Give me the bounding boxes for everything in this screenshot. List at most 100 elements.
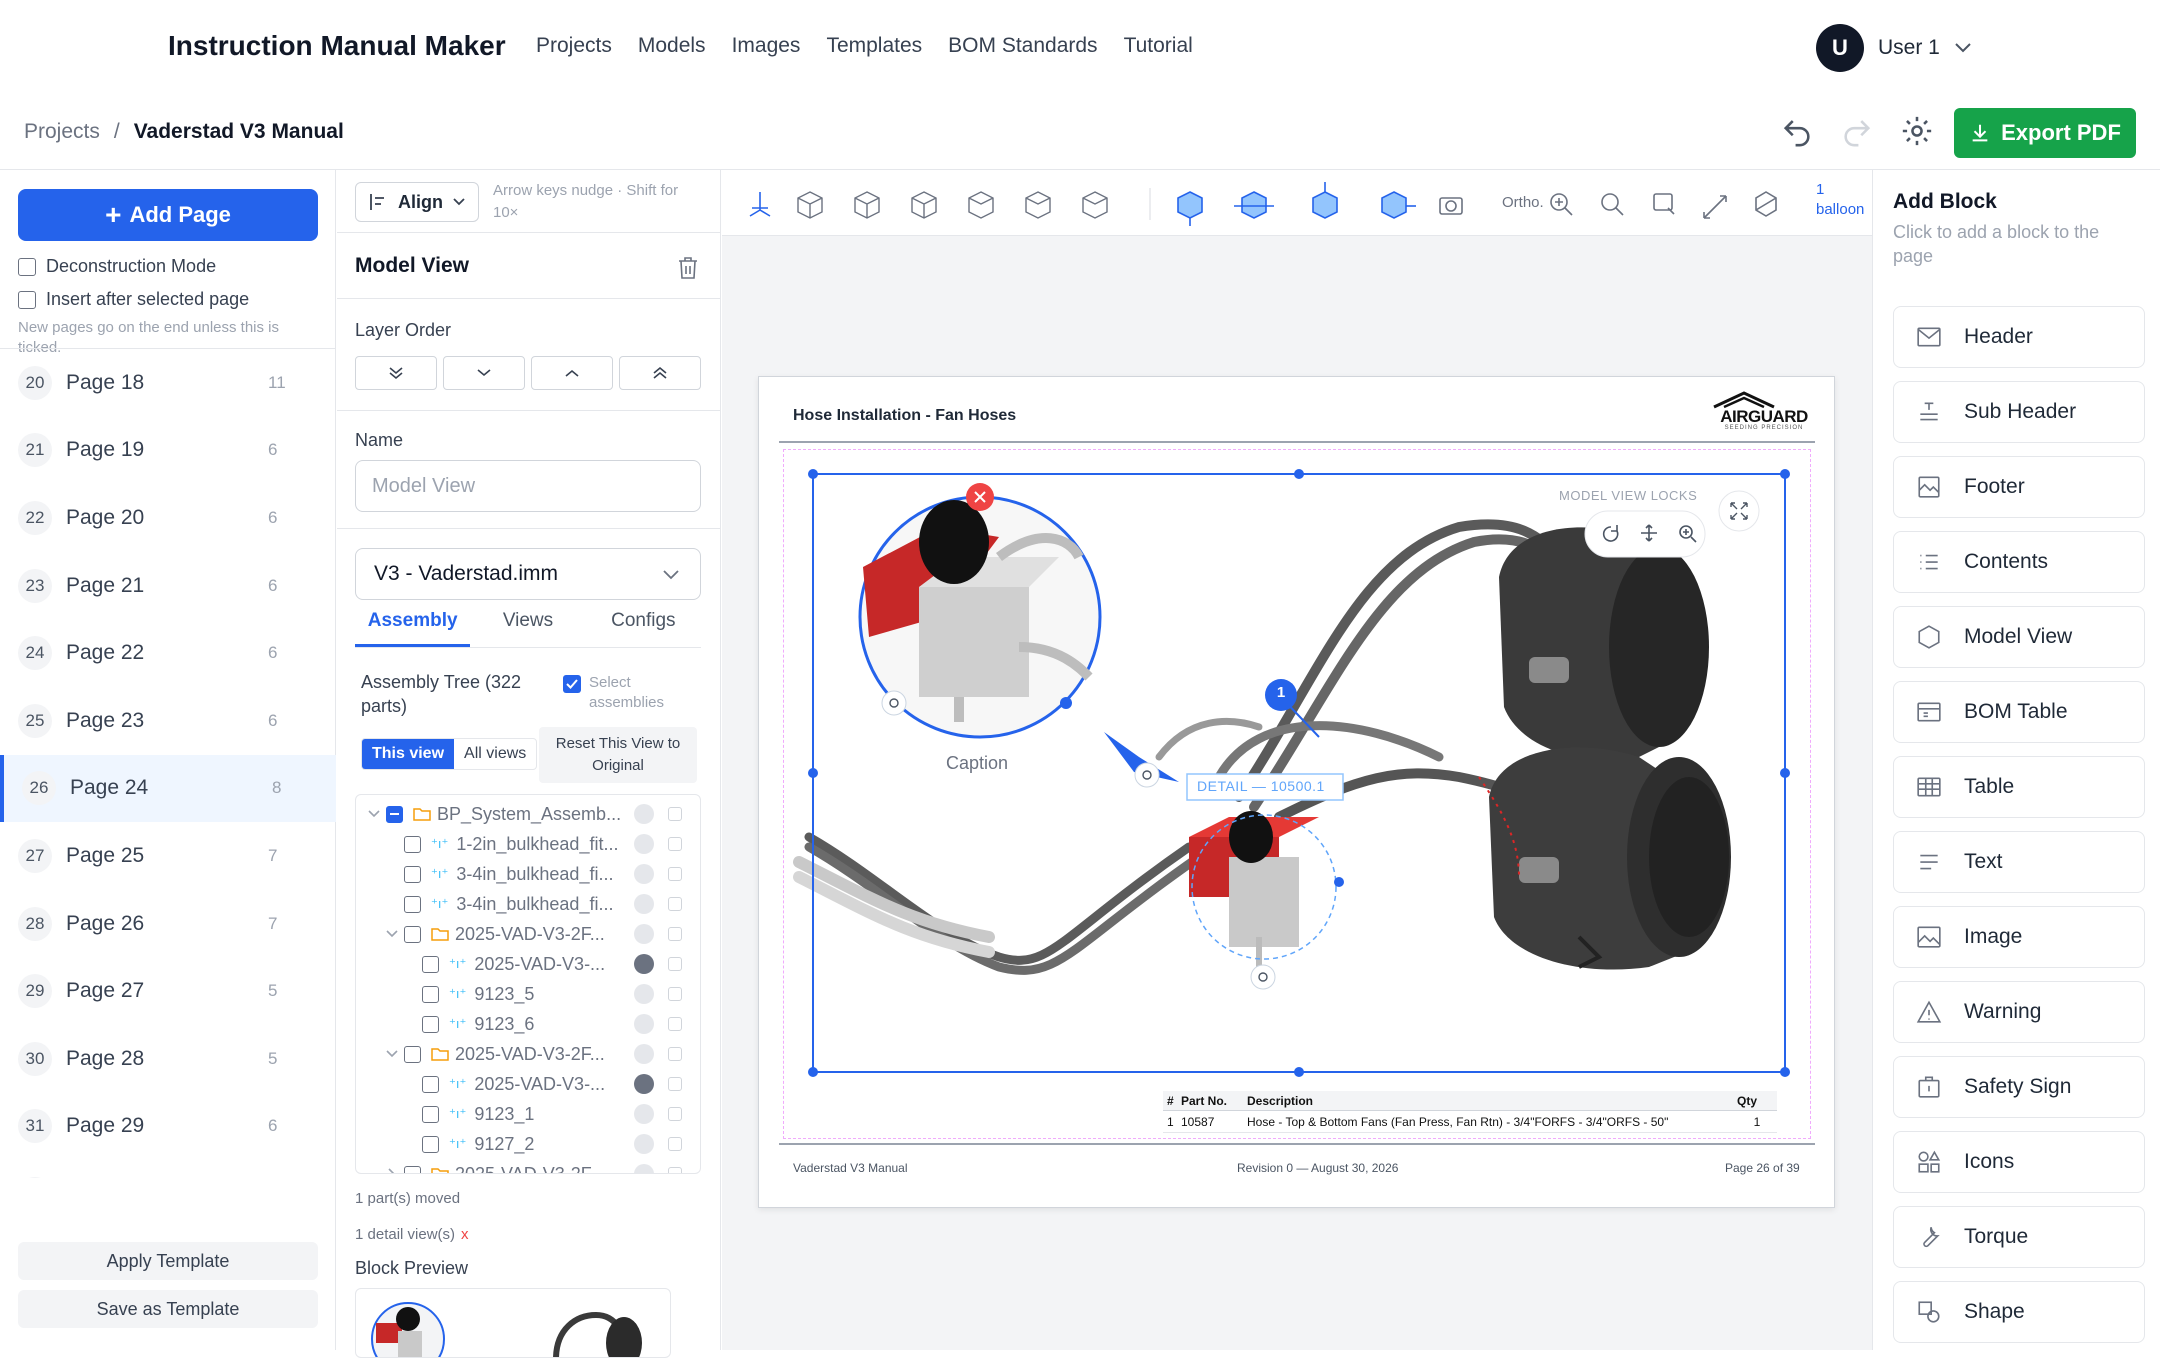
visibility-dot[interactable] xyxy=(634,1104,654,1124)
lock-icon[interactable] xyxy=(668,837,682,851)
visibility-dot[interactable] xyxy=(634,924,654,944)
user-menu[interactable]: U User 1 xyxy=(1816,24,1972,72)
this-view-button[interactable]: This view xyxy=(362,739,455,769)
checkbox-box[interactable] xyxy=(404,1165,421,1173)
tree-item[interactable]: 2025-VAD-V3-2F... xyxy=(356,919,700,949)
select-assemblies-checkbox[interactable]: Select assemblies xyxy=(563,673,689,713)
lock-icon[interactable] xyxy=(668,1167,682,1173)
checkbox-box[interactable] xyxy=(422,1105,439,1123)
tree-item[interactable]: ⁺ı⁺ 9123_1 xyxy=(356,1099,700,1129)
tab-configs[interactable]: Configs xyxy=(586,610,701,647)
apply-template-button[interactable]: Apply Template xyxy=(18,1242,318,1280)
tree-item[interactable]: 2025-VAD-V3-2F... xyxy=(356,1159,700,1174)
checkbox-box[interactable] xyxy=(404,865,421,883)
add-block-table[interactable]: Table xyxy=(1893,756,2145,818)
nav-models[interactable]: Models xyxy=(638,34,706,58)
trash-icon[interactable] xyxy=(677,256,699,280)
export-pdf-button[interactable]: Export PDF xyxy=(1954,108,2136,158)
lock-icon[interactable] xyxy=(668,927,682,941)
visibility-dot[interactable] xyxy=(634,834,654,854)
nav-tutorial[interactable]: Tutorial xyxy=(1124,34,1193,58)
lock-icon[interactable] xyxy=(668,1137,682,1151)
redo-icon[interactable] xyxy=(1840,114,1874,148)
ortho-toggle[interactable]: Ortho. xyxy=(1502,194,1544,211)
lock-icon[interactable] xyxy=(668,957,682,971)
visibility-dot[interactable] xyxy=(634,1074,654,1094)
add-block-image[interactable]: Image xyxy=(1893,906,2145,968)
balloon-number[interactable]: 1 xyxy=(1273,684,1289,701)
lock-icon[interactable] xyxy=(668,1047,682,1061)
checkbox-box[interactable] xyxy=(422,985,439,1003)
page-list-item[interactable]: 25 Page 23 6 xyxy=(0,687,336,755)
detail-label[interactable]: DETAIL — 10500.1 xyxy=(1197,778,1325,794)
remove-detail-button[interactable]: x xyxy=(461,1226,469,1243)
checkbox-checked[interactable] xyxy=(563,675,581,693)
add-block-sub-header[interactable]: Sub Header xyxy=(1893,381,2145,443)
tree-item[interactable]: ⁺ı⁺ 2025-VAD-V3-... xyxy=(356,949,700,979)
checkbox-box[interactable] xyxy=(404,895,421,913)
checkbox-indeterminate[interactable] xyxy=(386,805,403,823)
tab-views[interactable]: Views xyxy=(470,610,585,647)
page-list-item[interactable]: 23 Page 21 6 xyxy=(0,552,336,620)
visibility-dot[interactable] xyxy=(634,984,654,1004)
checkbox-box[interactable] xyxy=(18,257,36,276)
tree-item[interactable]: ⁺ı⁺ 3-4in_bulkhead_fi... xyxy=(356,889,700,919)
lock-icon[interactable] xyxy=(668,1077,682,1091)
add-block-shape[interactable]: Shape xyxy=(1893,1281,2145,1343)
checkbox-box[interactable] xyxy=(404,925,421,943)
tree-item[interactable]: ⁺ı⁺ 1-2in_bulkhead_fit... xyxy=(356,829,700,859)
add-block-header[interactable]: Header xyxy=(1893,306,2145,368)
nav-projects[interactable]: Projects xyxy=(536,34,612,58)
add-block-model-view[interactable]: Model View xyxy=(1893,606,2145,668)
page-list-item[interactable]: 22 Page 20 6 xyxy=(0,484,336,552)
bring-forward-button[interactable] xyxy=(531,356,613,390)
undo-icon[interactable] xyxy=(1780,114,1814,148)
send-backward-button[interactable] xyxy=(443,356,525,390)
visibility-dot[interactable] xyxy=(634,804,654,824)
visibility-dot[interactable] xyxy=(634,894,654,914)
add-block-torque[interactable]: Torque xyxy=(1893,1206,2145,1268)
tree-item[interactable]: ⁺ı⁺ 2025-VAD-V3-... xyxy=(356,1069,700,1099)
lock-icon[interactable] xyxy=(668,867,682,881)
nav-bom-standards[interactable]: BOM Standards xyxy=(948,34,1097,58)
chevron-right-icon[interactable] xyxy=(386,1168,398,1174)
lock-icon[interactable] xyxy=(668,987,682,1001)
all-views-button[interactable]: All views xyxy=(454,739,536,769)
align-dropdown[interactable]: Align xyxy=(355,182,479,222)
lock-icon[interactable] xyxy=(668,1107,682,1121)
add-block-text[interactable]: Text xyxy=(1893,831,2145,893)
page-list-item[interactable]: 32Page 309 xyxy=(0,1160,336,1178)
model-select[interactable]: V3 - Vaderstad.imm xyxy=(355,548,701,600)
add-block-icons[interactable]: Icons xyxy=(1893,1131,2145,1193)
page-list-item[interactable]: 27 Page 25 7 xyxy=(0,822,336,890)
insert-after-checkbox[interactable]: Insert after selected page xyxy=(18,289,249,310)
page-list-item[interactable]: 28 Page 26 7 xyxy=(0,890,336,958)
page-list-item[interactable]: 24 Page 22 6 xyxy=(0,619,336,687)
breadcrumb-projects[interactable]: Projects xyxy=(24,120,100,144)
checkbox-box[interactable] xyxy=(422,1075,439,1093)
add-block-bom-table[interactable]: BOM Table xyxy=(1893,681,2145,743)
reset-view-button[interactable]: Reset This View to Original xyxy=(539,727,697,783)
tree-item[interactable]: ⁺ı⁺ 9123_5 xyxy=(356,979,700,1009)
checkbox-box[interactable] xyxy=(404,835,421,853)
page-list-item[interactable]: 30 Page 28 5 xyxy=(0,1025,336,1093)
balloon-tool[interactable]: 1 balloon xyxy=(1816,180,1864,220)
visibility-dot[interactable] xyxy=(634,1164,654,1173)
page-list-item[interactable]: 21 Page 19 6 xyxy=(0,417,336,485)
lock-icon[interactable] xyxy=(668,807,682,821)
checkbox-box[interactable] xyxy=(422,1015,439,1033)
checkbox-box[interactable] xyxy=(404,1045,421,1063)
page-list-item[interactable]: 26 Page 24 8 xyxy=(0,754,336,823)
tree-item[interactable]: ⁺ı⁺ 9127_2 xyxy=(356,1129,700,1159)
nav-templates[interactable]: Templates xyxy=(826,34,922,58)
nav-images[interactable]: Images xyxy=(732,34,801,58)
gear-icon[interactable] xyxy=(1900,114,1934,148)
name-input[interactable]: Model View xyxy=(355,460,701,512)
add-block-footer[interactable]: Footer xyxy=(1893,456,2145,518)
visibility-dot[interactable] xyxy=(634,1014,654,1034)
tree-item[interactable]: 2025-VAD-V3-2F... xyxy=(356,1039,700,1069)
checkbox-box[interactable] xyxy=(18,290,36,309)
add-page-button[interactable]: + Add Page xyxy=(18,189,318,241)
tree-item[interactable]: ⁺ı⁺ 9123_6 xyxy=(356,1009,700,1039)
visibility-dot[interactable] xyxy=(634,954,654,974)
